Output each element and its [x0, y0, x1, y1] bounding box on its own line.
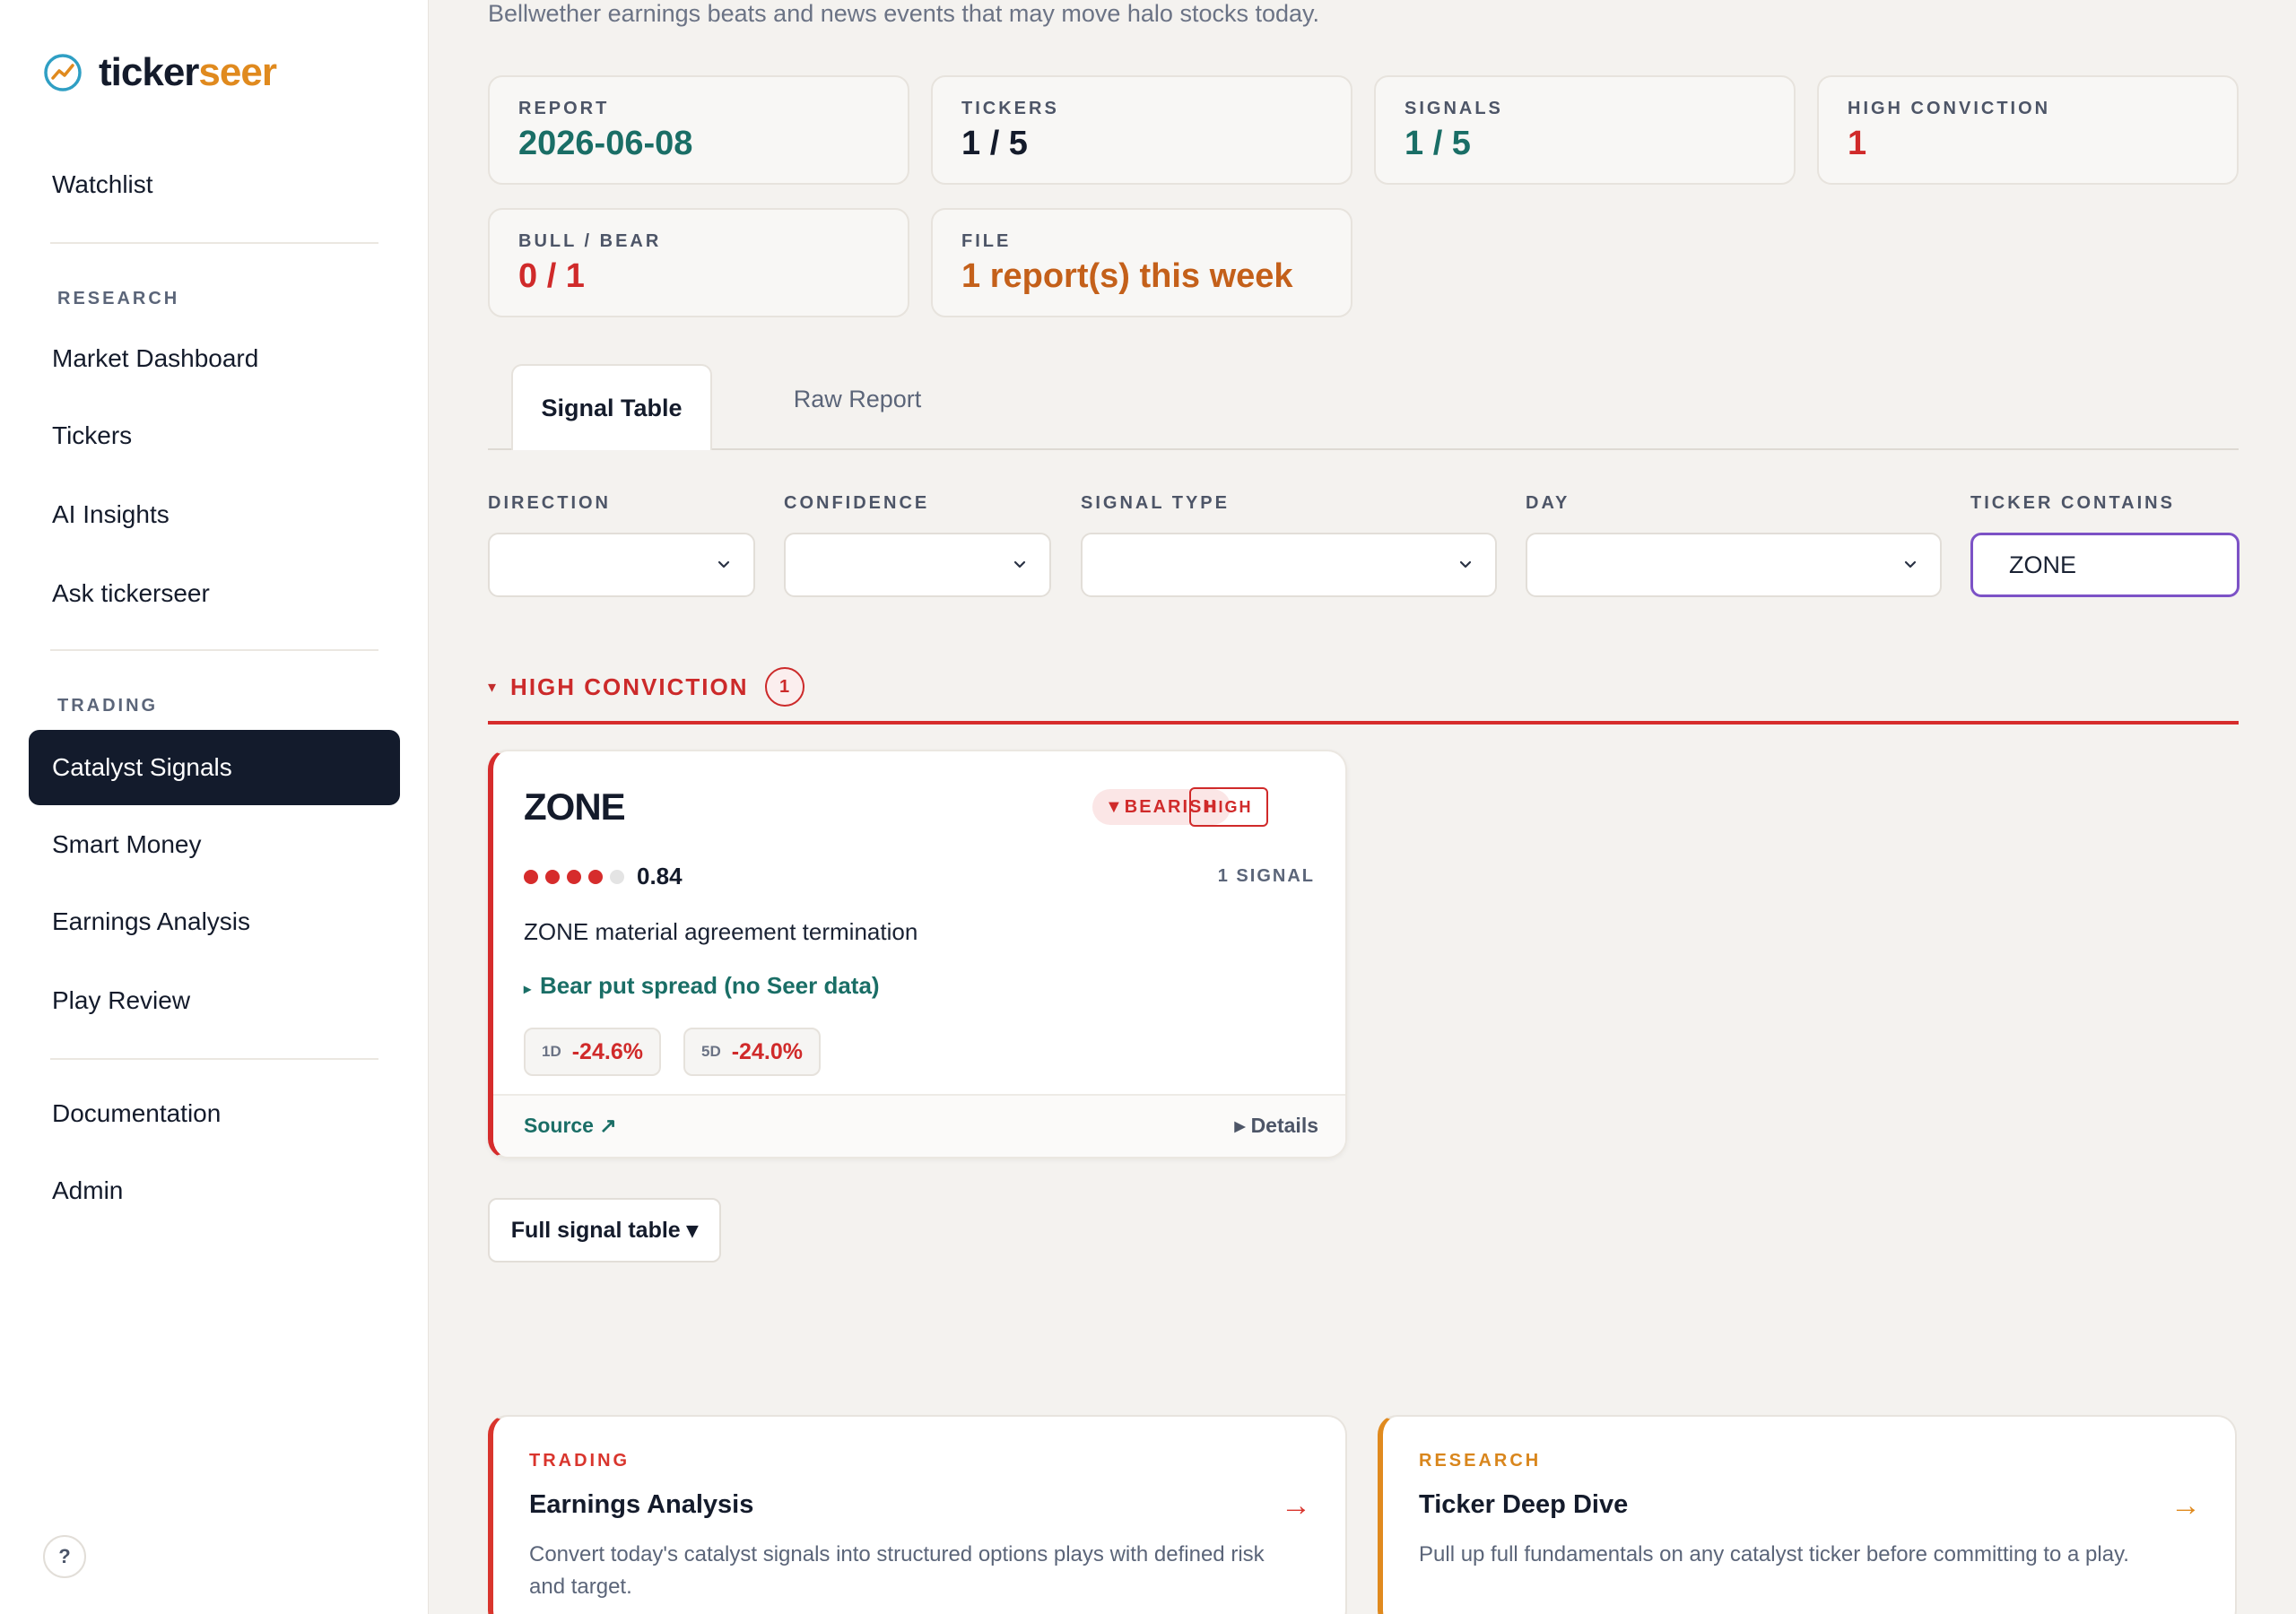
filter-label-direction: DIRECTION — [488, 493, 611, 513]
signal-card-footer: Source ↗ ▸ Details — [493, 1094, 1345, 1157]
sidebar-divider — [50, 649, 378, 651]
signal-headline: ZONE material agreement termination — [524, 918, 918, 945]
filter-label-confidence: CONFIDENCE — [784, 493, 930, 513]
stat-value-signals: 1 / 5 — [1405, 125, 1471, 162]
direction-select[interactable] — [488, 533, 755, 597]
filter-label-signal-type: SIGNAL TYPE — [1081, 493, 1230, 513]
sidebar-item-watchlist[interactable]: Watchlist — [29, 147, 400, 222]
sidebar-item-admin[interactable]: Admin — [29, 1153, 400, 1228]
page-subtitle: Bellwether earnings beats and news event… — [488, 0, 1320, 27]
brand-name-part2: seer — [198, 50, 277, 94]
sidebar-item-earnings-analysis[interactable]: Earnings Analysis — [29, 884, 400, 959]
chevron-down-icon — [718, 560, 730, 568]
day-select[interactable] — [1526, 533, 1942, 597]
return-chip-1d: 1D -24.6% — [524, 1028, 661, 1076]
return-label: 5D — [701, 1043, 721, 1060]
confidence-dot-filled — [588, 870, 603, 884]
card-title: Earnings Analysis — [529, 1490, 754, 1519]
signal-count: 1 SIGNAL — [1217, 866, 1315, 886]
help-button[interactable]: ? — [43, 1535, 86, 1578]
stat-value-report: 2026-06-08 — [518, 125, 693, 162]
card-title: Ticker Deep Dive — [1419, 1490, 1629, 1519]
stat-value-file: 1 report(s) this week — [961, 257, 1293, 295]
stat-label: BULL / BEAR — [518, 231, 662, 251]
chevron-down-icon — [1904, 560, 1917, 568]
group-underline — [488, 721, 2239, 725]
sidebar-divider — [50, 242, 378, 244]
sidebar-item-smart-money[interactable]: Smart Money — [29, 807, 400, 882]
sidebar-item-ask-tickerseer[interactable]: Ask tickerseer — [29, 556, 400, 631]
brand-logo[interactable]: tickerseer — [43, 50, 277, 95]
sidebar-item-market-dashboard[interactable]: Market Dashboard — [29, 321, 400, 396]
confidence-dots — [524, 870, 631, 884]
sidebar-item-catalyst-signals[interactable]: Catalyst Signals — [29, 730, 400, 805]
card-description: Convert today's catalyst signals into st… — [529, 1542, 1265, 1599]
group-count-badge: 1 — [764, 667, 804, 707]
ticker-contains-input[interactable]: ZONE — [1970, 533, 2239, 597]
stat-card-signals: SIGNALS 1 / 5 — [1374, 75, 1796, 185]
confidence-value: 0.84 — [637, 863, 683, 889]
confidence-dot-filled — [524, 870, 538, 884]
return-chip-5d: 5D -24.0% — [683, 1028, 821, 1076]
sidebar: tickerseer Watchlist RESEARCH Market Das… — [0, 0, 429, 1614]
stat-value-high-conviction: 1 — [1848, 125, 1867, 162]
arrow-right-icon: → — [1281, 1488, 1311, 1523]
arrow-right-icon: → — [2170, 1488, 2201, 1523]
signal-ticker[interactable]: ZONE — [524, 785, 626, 829]
collapse-caret-icon: ▾ — [488, 677, 497, 696]
card-tag: RESEARCH — [1419, 1451, 1542, 1471]
card-description: Pull up full fundamentals on any catalys… — [1419, 1542, 2129, 1566]
stat-card-high-conviction: HIGH CONVICTION 1 — [1817, 75, 2239, 185]
play-suggestion-text: Bear put spread (no Seer data) — [540, 972, 880, 999]
confidence-dot-empty — [610, 870, 624, 884]
details-toggle[interactable]: ▸ Details — [1235, 1114, 1318, 1138]
stat-value-bull-bear: 0 / 1 — [518, 257, 585, 295]
conviction-badge: HIGH — [1189, 787, 1268, 827]
stat-card-bull-bear: BULL / BEAR 0 / 1 — [488, 208, 909, 317]
stat-label: HIGH CONVICTION — [1848, 99, 2051, 118]
sidebar-divider — [50, 1058, 378, 1060]
nav-card-ticker-deep-dive[interactable]: RESEARCH Ticker Deep Dive → Pull up full… — [1378, 1415, 2237, 1614]
stat-label: FILE — [961, 231, 1012, 251]
expand-caret-icon: ▸ — [524, 982, 532, 997]
chevron-down-icon — [1459, 560, 1472, 568]
trend-chart-icon — [44, 54, 82, 91]
confidence-dot-filled — [545, 870, 560, 884]
tab-signal-table[interactable]: Signal Table — [511, 364, 712, 450]
confidence-select[interactable] — [784, 533, 1051, 597]
filter-label-day: DAY — [1526, 493, 1570, 513]
play-suggestion-toggle[interactable]: ▸ Bear put spread (no Seer data) — [524, 972, 880, 1000]
stat-value-tickers: 1 / 5 — [961, 125, 1028, 162]
stat-card-report: REPORT 2026-06-08 — [488, 75, 909, 185]
stat-label: TICKERS — [961, 99, 1059, 118]
return-label: 1D — [542, 1043, 561, 1060]
group-header-high-conviction[interactable]: ▾ HIGH CONVICTION 1 — [488, 667, 804, 707]
sidebar-item-ai-insights[interactable]: AI Insights — [29, 477, 400, 552]
card-tag: TRADING — [529, 1451, 631, 1471]
stat-label: REPORT — [518, 99, 610, 118]
return-value: -24.6% — [571, 1038, 643, 1064]
stat-label: SIGNALS — [1405, 99, 1503, 118]
sidebar-item-documentation[interactable]: Documentation — [29, 1076, 400, 1151]
tab-raw-report[interactable]: Raw Report — [768, 364, 947, 434]
signal-card[interactable]: ZONE ▼BEARISH HIGH 0.84 1 SIGNAL ZONE ma… — [488, 750, 1347, 1158]
full-signal-table-button[interactable]: Full signal table ▾ — [488, 1198, 721, 1263]
sidebar-item-play-review[interactable]: Play Review — [29, 963, 400, 1038]
sidebar-item-tickers[interactable]: Tickers — [29, 398, 400, 473]
sidebar-section-research: RESEARCH — [57, 289, 180, 308]
signal-type-select[interactable] — [1081, 533, 1497, 597]
group-title: HIGH CONVICTION — [510, 672, 749, 700]
stat-card-file: FILE 1 report(s) this week — [931, 208, 1352, 317]
sidebar-section-trading: TRADING — [57, 696, 159, 716]
main-content: Bellwether earnings beats and news event… — [429, 0, 2296, 1614]
confidence-dot-filled — [567, 870, 581, 884]
tabs-divider — [488, 448, 2239, 450]
return-value: -24.0% — [731, 1038, 803, 1064]
brand-name-part1: ticker — [99, 50, 199, 94]
nav-card-earnings-analysis[interactable]: TRADING Earnings Analysis → Convert toda… — [488, 1415, 1347, 1614]
filter-label-ticker-contains: TICKER CONTAINS — [1970, 493, 2175, 513]
stat-card-tickers: TICKERS 1 / 5 — [931, 75, 1352, 185]
chevron-down-icon — [1013, 560, 1026, 568]
source-link[interactable]: Source ↗ — [524, 1114, 617, 1138]
